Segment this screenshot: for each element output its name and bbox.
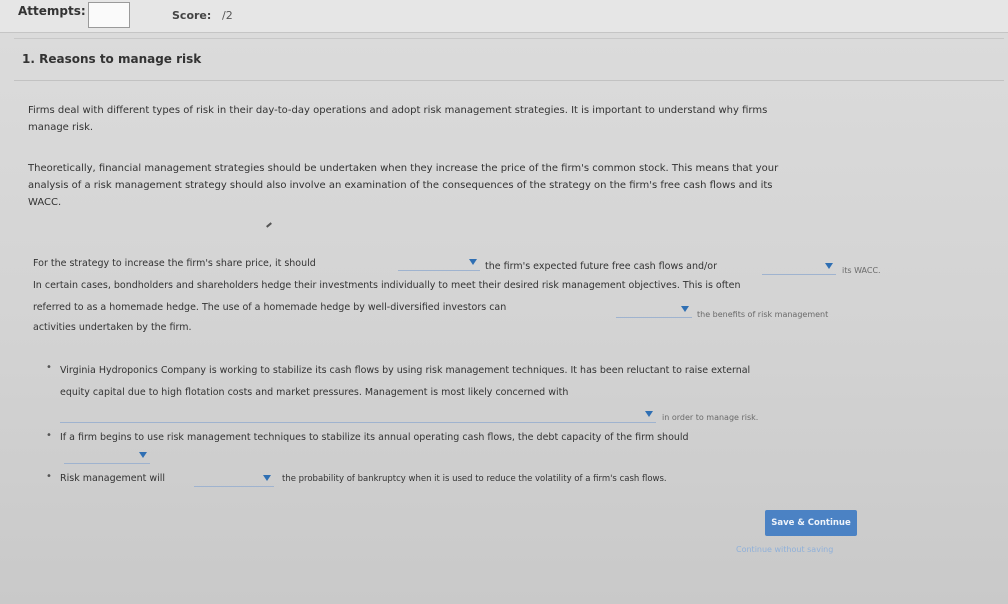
top-bar: Attempts: Score: /2 bbox=[0, 0, 1008, 33]
bullet-1-text-2: equity capital due to high flotation cos… bbox=[60, 387, 569, 398]
continue-without-saving-link[interactable]: Continue without saving bbox=[736, 545, 833, 554]
strategy-text-3: its WACC. bbox=[842, 266, 881, 275]
theory-paragraph: Theoretically, financial management stra… bbox=[28, 160, 908, 211]
question-title: 1. Reasons to manage risk bbox=[22, 52, 202, 66]
intro-paragraph: Firms deal with different types of risk … bbox=[28, 102, 908, 136]
dropdown-bankruptcy[interactable] bbox=[194, 474, 274, 487]
chevron-down-icon bbox=[469, 259, 477, 265]
bullet-1-dot: • bbox=[46, 362, 52, 373]
chevron-down-icon bbox=[825, 263, 833, 269]
chevron-down-icon bbox=[645, 411, 653, 417]
homemade-hedge-text-3: the benefits of risk management bbox=[697, 310, 829, 319]
bullet-2-dot: • bbox=[46, 430, 52, 441]
dropdown-cash-flows[interactable] bbox=[398, 258, 480, 271]
score-label: Score: bbox=[172, 9, 212, 22]
bullet-1-text-1: Virginia Hydroponics Company is working … bbox=[60, 365, 751, 376]
bullet-3-text-2: the probability of bankruptcy when it is… bbox=[282, 474, 667, 484]
strategy-text-1: For the strategy to increase the firm's … bbox=[33, 258, 316, 269]
dropdown-homemade-hedge[interactable] bbox=[616, 305, 692, 318]
homemade-hedge-text-4: activities undertaken by the firm. bbox=[33, 322, 192, 333]
divider bbox=[14, 80, 1004, 81]
theory-line-3: WACC. bbox=[28, 197, 62, 208]
dropdown-wacc[interactable] bbox=[762, 262, 836, 275]
theory-line-1: Theoretically, financial management stra… bbox=[28, 163, 779, 174]
pointer-icon bbox=[266, 222, 272, 228]
save-continue-button[interactable]: Save & Continue bbox=[765, 510, 857, 536]
dropdown-debt-capacity[interactable] bbox=[64, 451, 150, 464]
homemade-hedge-text-1: In certain cases, bondholders and shareh… bbox=[33, 280, 741, 291]
bullet-1-text-3: in order to manage risk. bbox=[662, 413, 759, 422]
intro-line-1: Firms deal with different types of risk … bbox=[28, 105, 768, 116]
dropdown-virginia-concern[interactable] bbox=[60, 410, 656, 423]
attempts-box bbox=[88, 2, 130, 28]
bullet-3-text-1: Risk management will bbox=[60, 473, 166, 484]
homemade-hedge-text-2: referred to as a homemade hedge. The use… bbox=[33, 302, 507, 313]
theory-line-2: analysis of a risk management strategy s… bbox=[28, 180, 773, 191]
chevron-down-icon bbox=[139, 452, 147, 458]
chevron-down-icon bbox=[681, 306, 689, 312]
chevron-down-icon bbox=[263, 475, 271, 481]
divider bbox=[14, 38, 1004, 39]
score-value: /2 bbox=[222, 9, 233, 22]
bullet-3-dot: • bbox=[46, 471, 52, 482]
strategy-text-2: the firm's expected future free cash flo… bbox=[485, 261, 717, 272]
intro-line-2: manage risk. bbox=[28, 122, 94, 133]
attempts-label: Attempts: bbox=[18, 4, 86, 18]
bullet-2-text: If a firm begins to use risk management … bbox=[60, 432, 689, 443]
